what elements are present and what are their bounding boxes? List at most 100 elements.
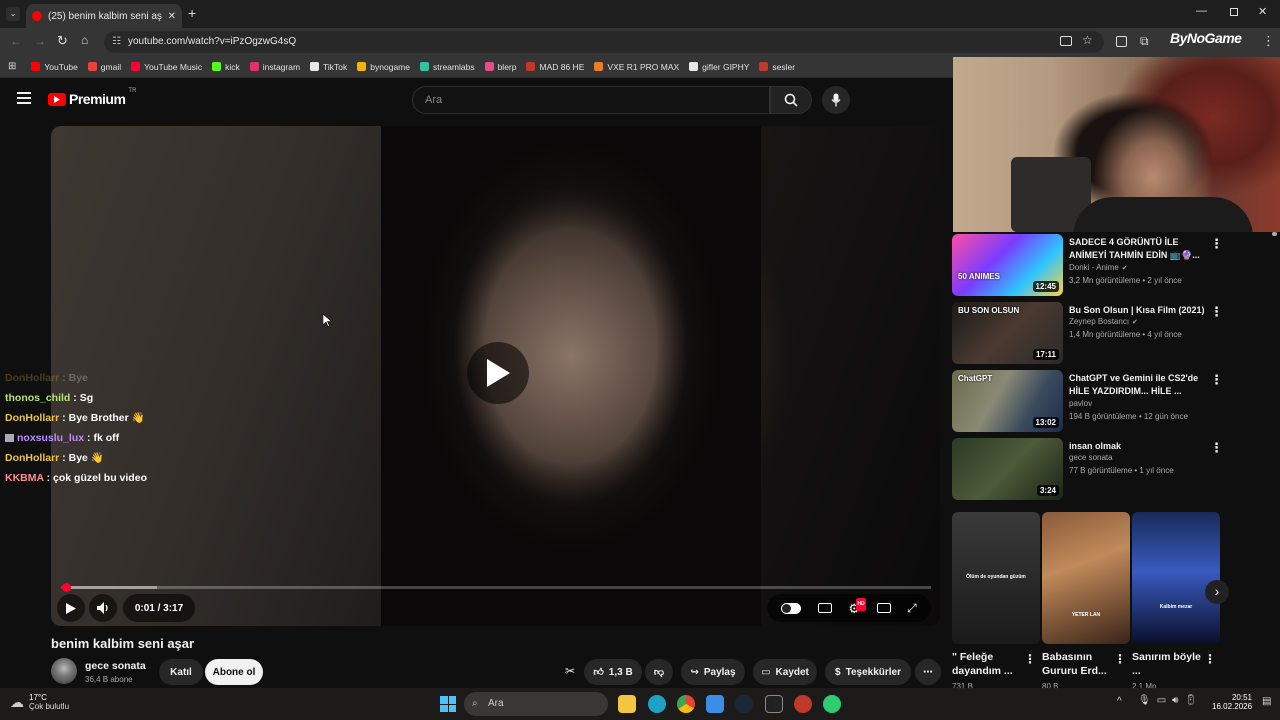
search-button[interactable] bbox=[770, 86, 812, 114]
notifications-icon[interactable]: ▤ bbox=[1262, 696, 1271, 707]
short-title[interactable]: " Feleğe dayandım ... bbox=[952, 650, 1028, 678]
start-button[interactable] bbox=[440, 696, 456, 712]
more-options-icon[interactable]: ⋮ bbox=[1210, 304, 1223, 320]
tab-list-button[interactable]: ⌄ bbox=[6, 7, 20, 21]
recommendation-channel[interactable]: pavlov bbox=[1069, 399, 1092, 408]
shorts-next-button[interactable]: › bbox=[1205, 580, 1229, 604]
bookmark-item[interactable]: YouTube bbox=[26, 58, 82, 76]
chrome-icon[interactable] bbox=[677, 695, 695, 713]
tray-icons[interactable]: 🎙︎▭🔊︎🔋︎ bbox=[1138, 695, 1203, 706]
minimize-button[interactable]: — bbox=[1196, 5, 1207, 17]
voice-search-button[interactable] bbox=[822, 86, 850, 114]
short-title[interactable]: Sanırım böyle ... bbox=[1132, 650, 1208, 678]
scrubber-handle[interactable] bbox=[62, 583, 71, 592]
channel-name[interactable]: gece sonata bbox=[85, 660, 146, 672]
browser-menu-icon[interactable]: ⋮ bbox=[1262, 33, 1275, 49]
bookmark-item[interactable]: gmail bbox=[83, 58, 126, 76]
bookmark-item[interactable]: bynogame bbox=[352, 58, 415, 76]
bookmark-item[interactable]: instagram bbox=[245, 58, 305, 76]
more-actions-button[interactable]: ⋯ bbox=[915, 659, 941, 685]
bookmark-item[interactable]: VXE R1 PRO MAX bbox=[589, 58, 684, 76]
more-options-icon[interactable]: ⋮ bbox=[1024, 652, 1036, 666]
play-button[interactable] bbox=[57, 594, 85, 622]
short-thumbnail[interactable]: Ölüm de oyundan güzüm bbox=[952, 512, 1040, 644]
clock[interactable]: 20:51 16.02.2026 bbox=[1212, 693, 1252, 711]
weather-widget[interactable]: ☁ 17°C Çok bulutlu bbox=[10, 693, 69, 711]
browser-tab[interactable]: (25) benim kalbim seni aşar - YouTube ✕ bbox=[26, 4, 182, 28]
media-icon[interactable] bbox=[1116, 36, 1127, 47]
hamburger-menu-icon[interactable] bbox=[17, 92, 31, 104]
recommendation-channel[interactable]: Zeynep Bostancı ✔ bbox=[1069, 317, 1138, 326]
more-options-icon[interactable]: ⋮ bbox=[1210, 440, 1223, 456]
recommendation-item[interactable]: 3:24 insan olmak gece sonata 77 B görüntüle… bbox=[952, 438, 1223, 502]
edge-icon[interactable] bbox=[648, 695, 666, 713]
short-title[interactable]: Babasının Gururu Erd... bbox=[1042, 650, 1118, 678]
url-field[interactable]: ☷ youtube.com/watch?v=iPzOgzwG4sQ bbox=[104, 31, 1104, 53]
recommendation-thumbnail[interactable]: ChatGPT 13:02 bbox=[952, 370, 1063, 432]
subscribe-button[interactable]: Abone ol bbox=[205, 659, 263, 685]
recommendation-item[interactable]: BU SON OLSUN 17:11 Bu Son Olsun | Kısa Fil… bbox=[952, 302, 1223, 366]
recommendation-item[interactable]: ChatGPT 13:02 ChatGPT ve Gemini ile CS2'de… bbox=[952, 370, 1223, 434]
bookmark-item[interactable]: sesler bbox=[754, 58, 800, 76]
bookmark-item[interactable]: TikTok bbox=[305, 58, 352, 76]
save-button[interactable]: ▭ Kaydet bbox=[753, 659, 817, 685]
more-options-icon[interactable]: ⋮ bbox=[1114, 652, 1126, 666]
thanks-button[interactable]: $ Teşekkürler bbox=[825, 659, 911, 685]
taskbar-search[interactable]: ⌕ Ara bbox=[464, 692, 608, 716]
extensions-icon[interactable]: ⧉ bbox=[1140, 34, 1149, 49]
site-info-icon[interactable]: ☷ bbox=[112, 31, 121, 53]
subtitles-icon[interactable] bbox=[817, 603, 832, 613]
short-thumbnail[interactable]: Kalbim mezar bbox=[1132, 512, 1220, 644]
recommendation-title[interactable]: ChatGPT ve Gemini ile CS2'de HİLE YAZDIR… bbox=[1069, 372, 1209, 398]
recommendation-thumbnail[interactable]: 3:24 bbox=[952, 438, 1063, 500]
recommendation-thumbnail[interactable]: 50 ANIMES 12:45 bbox=[952, 234, 1063, 296]
app-icon[interactable] bbox=[765, 695, 783, 713]
settings-icon[interactable]: ⚙ HD bbox=[848, 597, 866, 615]
back-icon[interactable]: ← bbox=[10, 34, 22, 48]
home-icon[interactable]: ⌂ bbox=[81, 33, 88, 47]
forward-icon[interactable]: → bbox=[34, 34, 46, 48]
more-options-icon[interactable]: ⋮ bbox=[1210, 372, 1223, 388]
short-thumbnail[interactable]: YETER LAN bbox=[1042, 512, 1130, 644]
network-app-icon[interactable] bbox=[823, 695, 841, 713]
maximize-button[interactable] bbox=[1230, 8, 1238, 16]
new-tab-button[interactable]: + bbox=[188, 5, 196, 21]
bookmark-item[interactable]: blerp bbox=[480, 58, 522, 76]
bookmark-item[interactable]: YouTube Music bbox=[126, 58, 207, 76]
close-tab-icon[interactable]: ✕ bbox=[168, 11, 176, 22]
bookmark-item[interactable]: streamlabs bbox=[415, 58, 480, 76]
progress-bar[interactable] bbox=[61, 583, 931, 592]
bookmark-item[interactable]: gifler GIPHY bbox=[684, 58, 754, 76]
file-explorer-icon[interactable] bbox=[618, 695, 636, 713]
apps-grid-icon[interactable]: ⊞ bbox=[8, 61, 16, 72]
like-button[interactable]: 👍︎ 1,3 B bbox=[584, 659, 642, 685]
store-icon[interactable] bbox=[706, 695, 724, 713]
share-button[interactable]: ↪ Paylaş bbox=[681, 659, 745, 685]
tray-overflow-icon[interactable]: ^ bbox=[1117, 696, 1122, 707]
recommendation-thumbnail[interactable]: BU SON OLSUN 17:11 bbox=[952, 302, 1063, 364]
fullscreen-icon[interactable]: ⤢ bbox=[907, 601, 917, 616]
shorts-remix-icon[interactable]: ✂ bbox=[565, 664, 575, 678]
more-options-icon[interactable]: ⋮ bbox=[1210, 236, 1223, 252]
recommendation-title[interactable]: SADECE 4 GÖRÜNTÜ İLE ANİMEYİ TAHMİN EDİN… bbox=[1069, 236, 1209, 262]
more-options-icon[interactable]: ⋮ bbox=[1204, 652, 1216, 666]
sidebar-scrollbar[interactable] bbox=[1272, 232, 1277, 236]
big-play-button[interactable] bbox=[467, 342, 529, 404]
mute-button[interactable] bbox=[89, 594, 117, 622]
reload-icon[interactable]: ↻ bbox=[57, 33, 68, 49]
channel-avatar[interactable] bbox=[51, 658, 77, 684]
install-app-icon[interactable] bbox=[1060, 36, 1072, 46]
dislike-button[interactable]: 👎︎ bbox=[645, 659, 673, 685]
recommendation-channel[interactable]: gece sonata bbox=[1069, 453, 1113, 462]
recommendation-title[interactable]: Bu Son Olsun | Kısa Film (2021) bbox=[1069, 304, 1209, 317]
autoplay-toggle[interactable] bbox=[781, 602, 802, 614]
youtube-logo[interactable]: Premium TR bbox=[48, 88, 136, 107]
recommendation-channel[interactable]: Donki - Anime ✔ bbox=[1069, 263, 1128, 272]
close-window-button[interactable]: ✕ bbox=[1258, 5, 1267, 18]
profile-logo[interactable]: ByNoGame bbox=[1170, 30, 1242, 46]
search-input[interactable]: Ara bbox=[412, 86, 770, 114]
obs-icon[interactable] bbox=[794, 695, 812, 713]
recommendation-title[interactable]: insan olmak bbox=[1069, 440, 1209, 453]
steam-icon[interactable] bbox=[735, 695, 753, 713]
miniplayer-icon[interactable] bbox=[876, 603, 891, 613]
